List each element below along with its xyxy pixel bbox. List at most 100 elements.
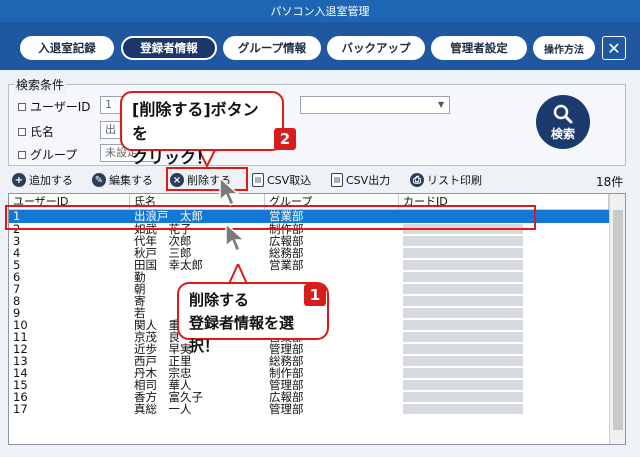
cell-name: 香方 富久子: [134, 391, 203, 403]
cell-user-id: 11: [13, 331, 28, 343]
nav-help-button[interactable]: 操作方法: [533, 36, 595, 60]
cell-group: 総務部: [269, 247, 304, 259]
window-title: パソコン入退室管理: [270, 5, 370, 18]
cell-user-id: 6: [13, 271, 21, 283]
nav-backup-button[interactable]: バックアップ: [327, 36, 425, 60]
selected-row-highlight: [5, 205, 536, 230]
cell-card-id-redacted: [399, 295, 609, 307]
cell-card-id-redacted: [399, 283, 609, 295]
user-id-label: ユーザーID: [30, 100, 91, 114]
cell-user-id: 13: [13, 355, 28, 367]
cell-name: 真総 一人: [134, 403, 192, 415]
group-label: グループ: [30, 148, 78, 162]
step-badge-2: 2: [274, 128, 296, 150]
redacted-block: [403, 248, 523, 258]
redacted-block: [403, 368, 523, 378]
cell-name: 丹木 宗忠: [134, 367, 192, 379]
redacted-block: [403, 332, 523, 342]
cell-card-id-redacted: [399, 391, 609, 403]
cell-group: 管理部: [269, 379, 304, 391]
name-row: 氏名: [18, 123, 54, 140]
dropdown-arrow-icon[interactable]: ▼: [438, 100, 444, 109]
table-row[interactable]: 5 田国 幸太郎 営業部: [9, 259, 609, 271]
cell-card-id-redacted: [399, 307, 609, 319]
step-badge-1: 1: [304, 284, 326, 306]
cell-group: 制作部: [269, 367, 304, 379]
cell-name: 相司 華人: [134, 379, 192, 391]
callout-click-delete: [削除する]ボタンを クリック！: [120, 91, 284, 167]
table-row[interactable]: 16 香方 富久子 広報部: [9, 391, 609, 403]
nav-admin-settings-button[interactable]: 管理者設定: [431, 36, 527, 60]
add-label: 追加する: [29, 174, 73, 187]
redacted-block: [403, 272, 523, 282]
user-id-row: ユーザーID: [18, 98, 91, 115]
vertical-scrollbar[interactable]: [609, 194, 625, 444]
cell-card-id-redacted: [399, 271, 609, 283]
cell-user-id: 9: [13, 307, 21, 319]
cell-user-id: 16: [13, 391, 28, 403]
nav-group-button[interactable]: グループ情報: [223, 36, 321, 60]
cell-user-id: 10: [13, 319, 28, 331]
cell-card-id-redacted: [399, 331, 609, 343]
mouse-cursor-icon: [225, 222, 246, 253]
cell-card-id-redacted: [399, 379, 609, 391]
scrollbar-thumb[interactable]: [613, 210, 623, 430]
cell-user-id: 14: [13, 367, 28, 379]
table-row[interactable]: 4 秋戸 三郎 総務部: [9, 247, 609, 259]
callout1-line1: 削除する: [189, 291, 250, 309]
redacted-block: [403, 260, 523, 270]
table-row[interactable]: 3 代年 次郎 広報部: [9, 235, 609, 247]
cell-card-id-redacted: [399, 235, 609, 247]
cell-card-id-redacted: [399, 343, 609, 355]
cell-group: 広報部: [269, 391, 304, 403]
cell-card-id-redacted: [399, 355, 609, 367]
csv-import-button[interactable]: ▤ CSV取込: [252, 171, 311, 189]
user-id-checkbox[interactable]: [18, 102, 26, 111]
csv-import-label: CSV取込: [267, 174, 312, 187]
csv-export-label: CSV出力: [346, 174, 391, 187]
close-icon[interactable]: ✕: [602, 36, 626, 60]
group-checkbox[interactable]: [18, 150, 26, 159]
nav-bar: 入退室記録 登録者情報 グループ情報 バックアップ 管理者設定 操作方法 ✕: [0, 22, 640, 70]
cell-user-id: 12: [13, 343, 28, 355]
add-button[interactable]: + 追加する: [12, 171, 73, 189]
nav-entry-log-button[interactable]: 入退室記録: [20, 36, 114, 60]
redacted-block: [403, 320, 523, 330]
plus-icon: +: [12, 173, 26, 187]
search-title: 検索条件: [14, 76, 67, 93]
cell-user-id: 15: [13, 379, 28, 391]
table-row[interactable]: 14 丹木 宗忠 制作部: [9, 367, 609, 379]
cell-user-id: 7: [13, 283, 21, 295]
pencil-icon: ✎: [92, 173, 106, 187]
user-id-input-extended[interactable]: [300, 96, 450, 114]
cell-user-id: 4: [13, 247, 21, 259]
printer-icon: ⎙: [410, 173, 424, 187]
cell-card-id-redacted: [399, 247, 609, 259]
cell-card-id-redacted: [399, 403, 609, 415]
title-bar: パソコン入退室管理: [0, 0, 640, 22]
cell-group: 管理部: [269, 403, 304, 415]
name-checkbox[interactable]: [18, 127, 26, 136]
cell-card-id-redacted: [399, 259, 609, 271]
nav-registrant-button[interactable]: 登録者情報: [121, 36, 217, 60]
print-list-button[interactable]: ⎙ リスト印刷: [410, 171, 482, 189]
csv-export-button[interactable]: ▤ CSV出力: [331, 171, 390, 189]
search-button[interactable]: 検索: [536, 95, 590, 149]
redacted-block: [403, 284, 523, 294]
group-row: グループ: [18, 146, 77, 163]
callout1-line2: 登録者情報を選択！: [189, 314, 295, 355]
print-label: リスト印刷: [427, 174, 482, 187]
table-row[interactable]: 17 真総 一人 管理部: [9, 403, 609, 415]
csv-import-icon: ▤: [252, 173, 264, 187]
cell-group: 広報部: [269, 235, 304, 247]
table-row[interactable]: 15 相司 華人 管理部: [9, 379, 609, 391]
redacted-block: [403, 392, 523, 402]
cell-card-id-redacted: [399, 367, 609, 379]
edit-label: 編集する: [109, 174, 153, 187]
callout2-line2: クリック！: [132, 148, 213, 167]
redacted-block: [403, 296, 523, 306]
cell-user-id: 17: [13, 403, 28, 415]
cell-user-id: 5: [13, 259, 21, 271]
redacted-block: [403, 236, 523, 246]
edit-button[interactable]: ✎ 編集する: [92, 171, 153, 189]
